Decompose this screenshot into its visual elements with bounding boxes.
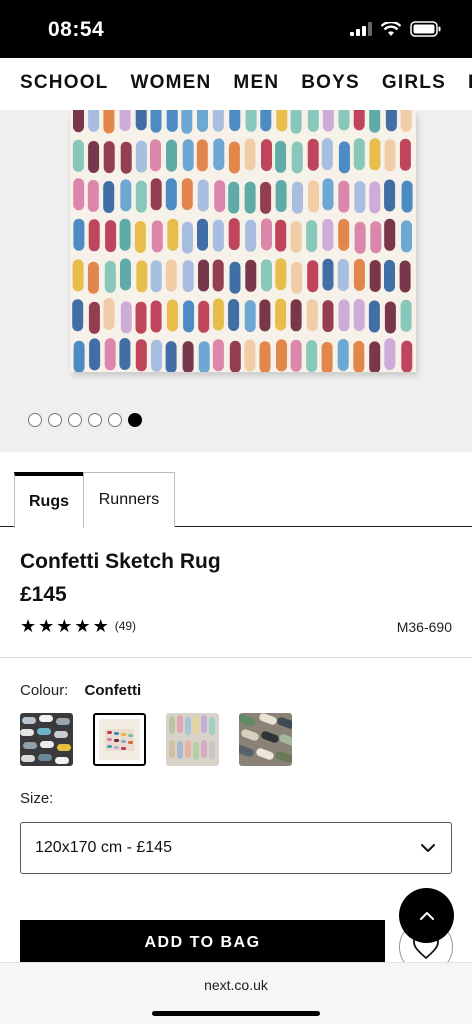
- category-nav-items: SCHOOL WOMEN MEN BOYS GIRLS HOM: [20, 72, 472, 94]
- category-nav: SCHOOL WOMEN MEN BOYS GIRLS HOM: [0, 58, 472, 110]
- nav-item-women[interactable]: WOMEN: [130, 72, 211, 94]
- colour-swatches: [20, 713, 292, 766]
- add-to-bag-label: ADD TO BAG: [144, 934, 261, 951]
- gallery-dot[interactable]: [28, 413, 42, 427]
- divider: [0, 657, 472, 658]
- star-icon: ★: [92, 616, 109, 636]
- product-image-gallery[interactable]: [0, 110, 472, 452]
- tab-runners-label: Runners: [98, 491, 160, 508]
- size-label: Size:: [20, 790, 54, 807]
- product-rating[interactable]: ★ ★ ★ ★ ★ (49): [20, 617, 136, 635]
- colour-row: Colour: Confetti: [20, 682, 141, 699]
- tab-rugs-label: Rugs: [29, 493, 69, 510]
- product-image: [70, 110, 416, 372]
- gallery-pagination: [28, 413, 142, 427]
- scroll-to-top-button[interactable]: [399, 888, 454, 943]
- product-title: Confetti Sketch Rug: [20, 550, 221, 573]
- url-text[interactable]: next.co.uk: [0, 977, 472, 993]
- tab-runners[interactable]: Runners: [83, 472, 175, 527]
- gallery-dot[interactable]: [48, 413, 62, 427]
- signal-icon: [350, 22, 372, 36]
- colour-selected-value: Confetti: [84, 682, 142, 699]
- product-tabs: Rugs Runners: [0, 472, 472, 528]
- gallery-dot[interactable]: [128, 413, 142, 427]
- colour-swatch-pastel-stripe[interactable]: [166, 713, 219, 766]
- browser-address-bar: next.co.uk: [0, 962, 472, 1024]
- size-select[interactable]: 120x170 cm - £145: [20, 822, 452, 874]
- home-indicator: [152, 1011, 320, 1016]
- tab-rugs[interactable]: Rugs: [14, 472, 84, 528]
- star-icon: ★: [20, 616, 37, 636]
- nav-item-men[interactable]: MEN: [233, 72, 279, 94]
- chevron-down-icon: [421, 844, 435, 852]
- status-icons: [350, 21, 442, 37]
- colour-swatch-confetti[interactable]: [93, 713, 146, 766]
- nav-item-hom[interactable]: HOM: [468, 72, 472, 94]
- gallery-dot[interactable]: [88, 413, 102, 427]
- gallery-dot[interactable]: [108, 413, 122, 427]
- nav-item-boys[interactable]: BOYS: [301, 72, 360, 94]
- nav-item-school[interactable]: SCHOOL: [20, 72, 108, 94]
- chevron-up-icon: [419, 911, 434, 920]
- size-selected-value: 120x170 cm - £145: [35, 839, 172, 856]
- review-count: (49): [114, 619, 137, 633]
- star-icon: ★: [56, 616, 73, 636]
- gallery-dot[interactable]: [68, 413, 82, 427]
- nav-item-girls[interactable]: GIRLS: [382, 72, 446, 94]
- star-icon: ★: [38, 616, 55, 636]
- colour-swatch-grey-pattern[interactable]: [20, 713, 73, 766]
- battery-icon: [410, 21, 441, 37]
- product-code: M36-690: [396, 619, 452, 635]
- status-bar: 08:54: [0, 0, 472, 58]
- colour-swatch-neutral-pattern[interactable]: [239, 713, 292, 766]
- product-price: £145: [20, 583, 67, 606]
- colour-label: Colour:: [20, 682, 69, 699]
- star-icon: ★: [74, 616, 91, 636]
- wifi-icon: [381, 21, 401, 36]
- status-time: 08:54: [48, 18, 105, 41]
